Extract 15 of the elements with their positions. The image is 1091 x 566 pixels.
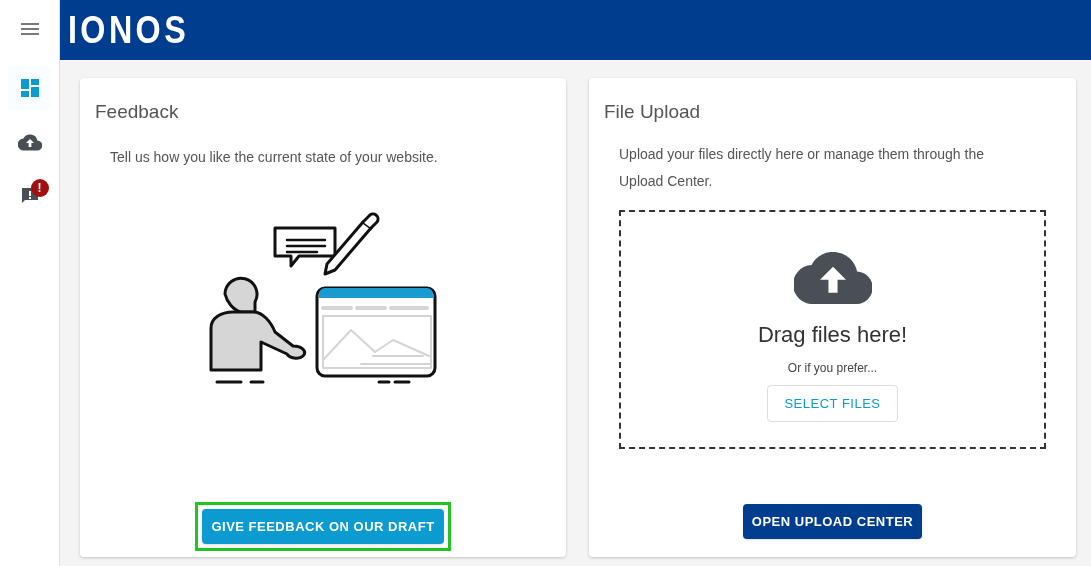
upload-center-button[interactable]: OPEN UPLOAD CENTER [742, 503, 923, 539]
logo: IONOS [68, 11, 190, 49]
card-title: File Upload [604, 100, 701, 124]
cloud-upload-icon [793, 251, 872, 304]
cloud-upload-icon [17, 133, 42, 151]
card-title: Feedback [95, 100, 179, 124]
drop-zone[interactable]: Drag files here! Or if you prefer... SELECT FILES [619, 209, 1046, 449]
menu-icon [20, 23, 39, 35]
dashboard-icon [20, 79, 39, 97]
drop-hint: Or if you prefer... [787, 359, 878, 377]
card-text: Tell us how you like the current state of your website. [110, 147, 438, 167]
sidebar-item[interactable]: ! [7, 174, 52, 218]
card-text: Upload your files directly here or manage them through the Upload Center. [619, 144, 985, 191]
drop-heading: Drag files here! [757, 320, 908, 349]
notification-badge: ! [30, 179, 49, 197]
